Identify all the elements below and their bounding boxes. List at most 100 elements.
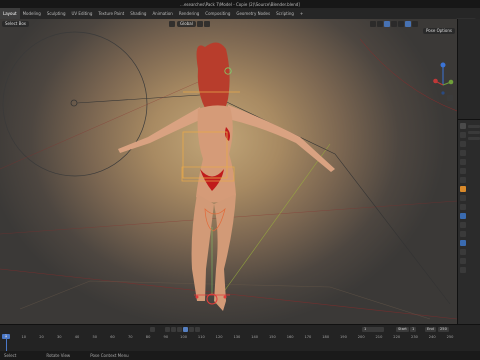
scene-tab-icon[interactable] xyxy=(460,159,466,165)
frame-tick-label: 20 xyxy=(39,335,44,339)
gizmo-toggle-icon[interactable] xyxy=(369,20,376,27)
status-rotate-view: Rotate View xyxy=(46,353,71,358)
3d-viewport[interactable]: Select Box Global Pose Options xyxy=(0,19,457,324)
texture-tab-icon[interactable] xyxy=(460,267,466,273)
solid-shading-icon[interactable] xyxy=(390,20,397,27)
timeline-editor[interactable]: 1 Start 1 End 250 1 0 10 20 30 40 50 60 70 80 90 1… xyxy=(0,324,480,352)
frame-tick-label: 140 xyxy=(251,335,259,339)
tab-uv-editing[interactable]: UV Editing xyxy=(69,8,96,19)
tab-rendering[interactable]: Rendering xyxy=(176,8,202,19)
tab-modeling[interactable]: Modeling xyxy=(20,8,44,19)
material-tab-icon[interactable] xyxy=(460,258,466,264)
frame-tick-label: 210 xyxy=(375,335,383,339)
x-axis-icon[interactable] xyxy=(433,78,438,84)
pivot-icon[interactable] xyxy=(196,20,203,27)
frame-tick-label: 110 xyxy=(197,335,205,339)
frame-tick-label: 120 xyxy=(215,335,223,339)
character-model[interactable] xyxy=(118,42,335,311)
material-shading-icon[interactable] xyxy=(397,20,404,27)
z-axis-icon[interactable] xyxy=(440,62,446,68)
outliner-panel[interactable] xyxy=(458,19,480,120)
bone-tab-icon[interactable] xyxy=(460,240,466,246)
collection-tab-icon[interactable] xyxy=(460,177,466,183)
property-row[interactable] xyxy=(468,131,480,134)
frame-tick-label: 40 xyxy=(74,335,80,339)
title-bar: ...esearches\Pack 7\Model - Copie (2)\So… xyxy=(0,0,480,8)
world-tab-icon[interactable] xyxy=(460,168,466,174)
output-tab-icon[interactable] xyxy=(460,141,466,147)
frame-tick-label: 220 xyxy=(393,335,401,339)
tab-scripting[interactable]: Scripting xyxy=(273,8,297,19)
data-tab-icon[interactable] xyxy=(460,231,466,237)
start-frame-field[interactable]: 1 xyxy=(410,327,417,332)
property-row[interactable] xyxy=(468,125,480,128)
camera-view-icon[interactable] xyxy=(447,95,453,101)
frame-tick-label: 10 xyxy=(21,335,27,339)
tab-geometry-nodes[interactable]: Geometry Nodes xyxy=(233,8,273,19)
tab-shading[interactable]: Shading xyxy=(127,8,149,19)
constraints-tab-icon[interactable] xyxy=(460,222,466,228)
status-select: Select xyxy=(4,353,17,358)
tool-tab-icon[interactable] xyxy=(460,123,466,129)
record-icon[interactable] xyxy=(150,327,155,332)
y-axis-icon[interactable] xyxy=(448,79,454,85)
overlay-toggle-icon[interactable] xyxy=(376,20,383,27)
property-row[interactable] xyxy=(468,137,480,140)
prev-keyframe-icon[interactable] xyxy=(171,327,176,332)
frame-tick-label: 50 xyxy=(92,335,98,339)
rendered-shading-icon[interactable] xyxy=(404,20,411,27)
window-title: ...esearches\Pack 7\Model - Copie (2)\So… xyxy=(180,1,300,7)
frame-tick-label: 200 xyxy=(357,335,365,339)
object-tab-icon[interactable] xyxy=(460,186,466,192)
jump-start-icon[interactable] xyxy=(165,327,170,332)
frame-tick-label: 0 xyxy=(4,335,8,339)
view-layer-tab-icon[interactable] xyxy=(460,150,466,156)
status-context-menu: Pose Context Menu xyxy=(90,353,129,358)
jump-end-icon[interactable] xyxy=(195,327,200,332)
x-axis-line xyxy=(0,268,457,320)
viewport-scene xyxy=(0,31,457,320)
viewport-header: Select Box Global xyxy=(0,19,457,28)
transform-orientation-dropdown[interactable]: Global xyxy=(177,20,196,27)
play-reverse-icon[interactable] xyxy=(177,327,182,332)
end-frame-label: End xyxy=(425,327,436,332)
snap-icon[interactable] xyxy=(203,20,210,27)
frame-tick-label: 170 xyxy=(304,335,312,339)
start-frame-label: Start xyxy=(396,327,409,332)
pose-options-dropdown[interactable]: Pose Options xyxy=(423,28,455,34)
render-tab-icon[interactable] xyxy=(460,132,466,138)
modifier-tab-icon[interactable] xyxy=(460,195,466,201)
frame-tick-label: 240 xyxy=(428,335,436,339)
frame-tick-label: 190 xyxy=(340,335,347,339)
workspace-tabs: Layout Modeling Sculpting UV Editing Tex… xyxy=(0,8,480,25)
status-bar: Select Rotate View Pose Context Menu xyxy=(0,351,480,360)
frame-tick-label: 230 xyxy=(411,335,418,339)
tab-sculpting[interactable]: Sculpting xyxy=(44,8,69,19)
frame-tick-label: 130 xyxy=(233,335,241,339)
add-workspace-button[interactable]: + xyxy=(297,8,306,19)
physics-tab-icon[interactable] xyxy=(460,213,466,219)
frame-tick-label: 100 xyxy=(180,335,188,339)
tab-animation[interactable]: Animation xyxy=(149,8,175,19)
tab-compositing[interactable]: Compositing xyxy=(202,8,233,19)
orientation-icon[interactable] xyxy=(169,20,176,27)
end-frame-field[interactable]: 250 xyxy=(438,327,449,332)
current-frame-field[interactable]: 1 xyxy=(362,327,384,332)
frame-tick-label: 150 xyxy=(268,335,276,339)
frame-tick-label: 60 xyxy=(110,335,115,339)
bone-constraints-tab-icon[interactable] xyxy=(460,249,466,255)
select-mode-button[interactable]: Select Box xyxy=(2,20,30,27)
frame-tick-label: 250 xyxy=(446,335,454,339)
next-keyframe-icon[interactable] xyxy=(189,327,194,332)
particles-tab-icon[interactable] xyxy=(460,204,466,210)
frame-tick-label: 160 xyxy=(286,335,294,339)
frame-tick-label: 90 xyxy=(163,335,169,339)
tab-layout[interactable]: Layout xyxy=(0,8,20,19)
play-icon[interactable] xyxy=(183,327,188,332)
light-gizmo-circle xyxy=(2,31,148,177)
shading-options-icon[interactable] xyxy=(411,20,418,27)
xray-toggle-icon[interactable] xyxy=(383,20,390,27)
tab-texture-paint[interactable]: Texture Paint xyxy=(95,8,127,19)
properties-editor xyxy=(457,19,480,324)
navigation-gizmo[interactable] xyxy=(433,57,455,103)
